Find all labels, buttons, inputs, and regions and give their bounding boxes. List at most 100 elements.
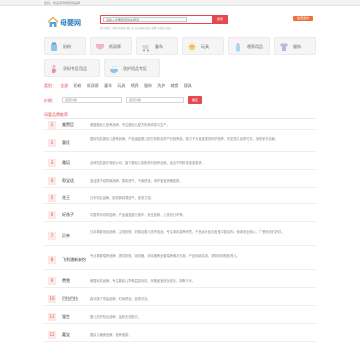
category-label: 奶粉 (63, 44, 71, 49)
brand-row[interactable]: 1 美赞臣 美国婴幼儿营养品牌，专注婴幼儿配方奶粉研发与生产。 (44, 119, 316, 130)
brand-name[interactable]: 雅培 (62, 160, 70, 166)
row-number: 10 (48, 295, 56, 303)
maternity-icon (52, 65, 57, 73)
filter-option[interactable]: 服饰 (144, 83, 152, 88)
brand-name[interactable]: 美赞臣 (62, 122, 74, 128)
row-number: 12 (48, 331, 56, 339)
brand-description: 婴儿洗护知名品牌，温和无泪配方。 (90, 315, 141, 319)
toy-icon (188, 43, 196, 51)
brand-row[interactable]: 10 巴拉巴拉 森马旗下童装品牌，时尚舒适，品质可靠。 (44, 292, 316, 306)
row-number: 5 (48, 194, 56, 202)
filter-category: 类别： 全部 奶粉 纸尿裤 童车 玩具 喂养 服饰 洗护 辅食 寝具 (44, 83, 196, 89)
filter-key: 价格： (44, 98, 56, 103)
row-number: 1 (48, 121, 56, 129)
brand-row[interactable]: 2 惠氏 国际知名婴幼儿营养品牌，产品涵盖婴儿配方奶粉及孕产妇营养品，致力于为宝宝提… (44, 134, 316, 152)
brand-name[interactable]: 嘉宝 (62, 332, 70, 338)
diaper-icon (96, 44, 104, 50)
brand-name: 母婴网 (60, 18, 81, 27)
bottle-icon (236, 43, 240, 52)
search-input[interactable] (103, 17, 187, 22)
brand-row[interactable]: 4 帮宝适 宝洁旗下纸尿裤品牌，柔软透气，干爽舒适，呵护宝宝娇嫩肌肤。 (44, 174, 316, 188)
logo[interactable]: 母婴网 (47, 14, 81, 32)
category-label: 喂养用品 (247, 44, 263, 49)
brand-name[interactable]: 帮宝适 (62, 178, 74, 184)
brand-name[interactable]: 惠氏 (62, 140, 70, 146)
filter-option[interactable]: 辅食 (171, 83, 179, 88)
bath-icon (110, 65, 118, 73)
brand-row[interactable]: 6 好孩子 中国童车领导品牌，产品涵盖婴儿推车、安全座椅、儿童自行车等。 (44, 208, 316, 222)
brand-name[interactable]: 强生 (62, 314, 70, 320)
brand-row[interactable]: 9 费雪 美国玩具品牌，专注婴幼儿早教益智玩具，伴随宝宝快乐成长，寓教于乐。 (44, 274, 316, 288)
brand-description: 日本母婴用品品牌，主营奶瓶、奶嘴及婴儿洗护用品，专注母乳喂养研究，产品设计贴合宝… (90, 230, 285, 234)
brand-row[interactable]: 5 花王 日本知名品牌，纸尿裤轻薄透气，吸收力强。 (44, 192, 316, 204)
category-clothes[interactable]: 服饰 (274, 37, 316, 55)
brand-description: 森马旗下童装品牌，时尚舒适，品质可靠。 (90, 297, 151, 301)
category-bath[interactable]: 洗护用品专区 (104, 59, 160, 77)
category-maternity[interactable]: 孕妈专区用品 (44, 59, 100, 77)
header: 母婴网 搜索 热门搜索：奶粉 纸尿裤 婴儿车 安全座椅 玩具 辅食 孕妇装 奶瓶… (44, 11, 316, 33)
row-number: 11 (48, 313, 56, 321)
category-stroller[interactable]: 童车 (136, 37, 178, 55)
house-logo-icon (47, 16, 59, 27)
category-label: 洗护用品专区 (123, 66, 147, 71)
brand-name[interactable]: 好孩子 (62, 212, 74, 218)
brand-description: 日本知名品牌，纸尿裤轻薄透气，吸收力强。 (90, 196, 154, 200)
row-number: 4 (48, 177, 56, 185)
filter-option[interactable]: 童车 (104, 83, 112, 88)
clothes-icon (280, 43, 288, 51)
row-number: 3 (48, 159, 56, 167)
search-bar: 搜索 (100, 15, 228, 24)
search-button[interactable]: 搜索 (212, 15, 228, 24)
category-diaper[interactable]: 纸尿裤 (90, 37, 132, 55)
filter-option[interactable]: 全部 (60, 83, 68, 88)
filter-option[interactable]: 奶粉 (74, 83, 82, 88)
publish-button[interactable]: 免费发布 (293, 16, 313, 21)
brand-row[interactable]: 8 飞利浦新安怡 专业母婴喂养品牌，提供奶瓶、吸奶器、消毒器等全套喂养解决方案，产品… (44, 250, 316, 270)
brand-description: 专业母婴喂养品牌，提供奶瓶、吸奶器、消毒器等全套喂养解决方案，产品创新实用，帮助… (90, 254, 240, 258)
max-price-input[interactable]: 最高价格 (126, 97, 184, 103)
category-toy[interactable]: 玩具 (182, 37, 224, 55)
brand-description: 中国童车领导品牌，产品涵盖婴儿推车、安全座椅、儿童自行车等。 (90, 213, 186, 217)
brand-row[interactable]: 7 贝亲 日本母婴用品品牌，主营奶瓶、奶嘴及婴儿洗护用品，专注母乳喂养研究，产品设计… (44, 226, 316, 246)
filter-option[interactable]: 喂养 (131, 83, 139, 88)
filter-option[interactable]: 寝具 (184, 83, 192, 88)
row-number: 2 (48, 139, 56, 147)
brand-description: 宝洁旗下纸尿裤品牌，柔软透气，干爽舒适，呵护宝宝娇嫩肌肤。 (90, 179, 183, 183)
brand-name[interactable]: 费雪 (62, 278, 70, 284)
brand-name[interactable]: 贝亲 (62, 233, 70, 239)
filter-option[interactable]: 纸尿裤 (87, 83, 99, 88)
category-label: 服饰 (293, 44, 301, 49)
filter-option[interactable]: 洗护 (157, 83, 165, 88)
row-number: 9 (48, 277, 56, 285)
category-label: 纸尿裤 (109, 44, 121, 49)
brand-row[interactable]: 12 嘉宝 婴幼儿辅食品牌，营养健康。 (44, 328, 316, 342)
filter-option[interactable]: 玩具 (117, 83, 125, 88)
brand-name[interactable]: 飞利浦新安怡 (62, 257, 86, 263)
row-number: 6 (48, 211, 56, 219)
category-label: 玩具 (201, 44, 209, 49)
price-confirm-button[interactable]: 确定 (188, 96, 202, 104)
category-milk-powder[interactable]: 奶粉 (44, 37, 86, 55)
stroller-icon (142, 45, 149, 52)
brand-description: 美国婴幼儿营养品牌，专注婴幼儿配方奶粉研发与生产。 (90, 123, 170, 127)
min-price-input[interactable]: 最低价格 (62, 97, 122, 103)
brand-description: 全球知名医疗保健公司，旗下婴幼儿奶粉系列营养全面，适合不同阶段宝宝需求。 (90, 161, 205, 165)
category-bottle[interactable]: 喂养用品 (228, 37, 270, 55)
hot-search-text: 热门搜索：奶粉 纸尿裤 婴儿车 安全座椅 玩具 辅食 孕妇装 奶瓶 (100, 27, 171, 30)
brand-description: 美国玩具品牌，专注婴幼儿早教益智玩具，伴随宝宝快乐成长，寓教于乐。 (90, 279, 196, 283)
row-number: 7 (48, 232, 56, 240)
brand-row[interactable]: 11 强生 婴儿洗护知名品牌，温和无泪配方。 (44, 310, 316, 324)
milk-powder-icon (51, 42, 57, 51)
brand-name[interactable]: 花王 (62, 195, 70, 201)
brand-name[interactable]: 巴拉巴拉 (62, 296, 78, 302)
brand-description: 婴幼儿辅食品牌，营养健康。 (90, 333, 132, 337)
filter-price: 价格： 最低价格 最高价格 确定 (44, 96, 224, 104)
top-bar-text: 您好，欢迎来到母婴用品网 (44, 1, 81, 5)
filter-key: 类别： (44, 83, 56, 88)
top-bar: 您好，欢迎来到母婴用品网 (0, 0, 360, 6)
brand-description: 国际知名婴幼儿营养品牌，产品涵盖婴儿配方奶粉及孕产妇营养品，致力于为宝宝提供科学… (90, 137, 279, 141)
category-label: 童车 (155, 44, 163, 49)
brand-row[interactable]: 3 雅培 全球知名医疗保健公司，旗下婴幼儿奶粉系列营养全面，适合不同阶段宝宝需求。 (44, 156, 316, 170)
row-number: 8 (48, 256, 56, 264)
category-label: 孕妈专区用品 (63, 66, 87, 71)
